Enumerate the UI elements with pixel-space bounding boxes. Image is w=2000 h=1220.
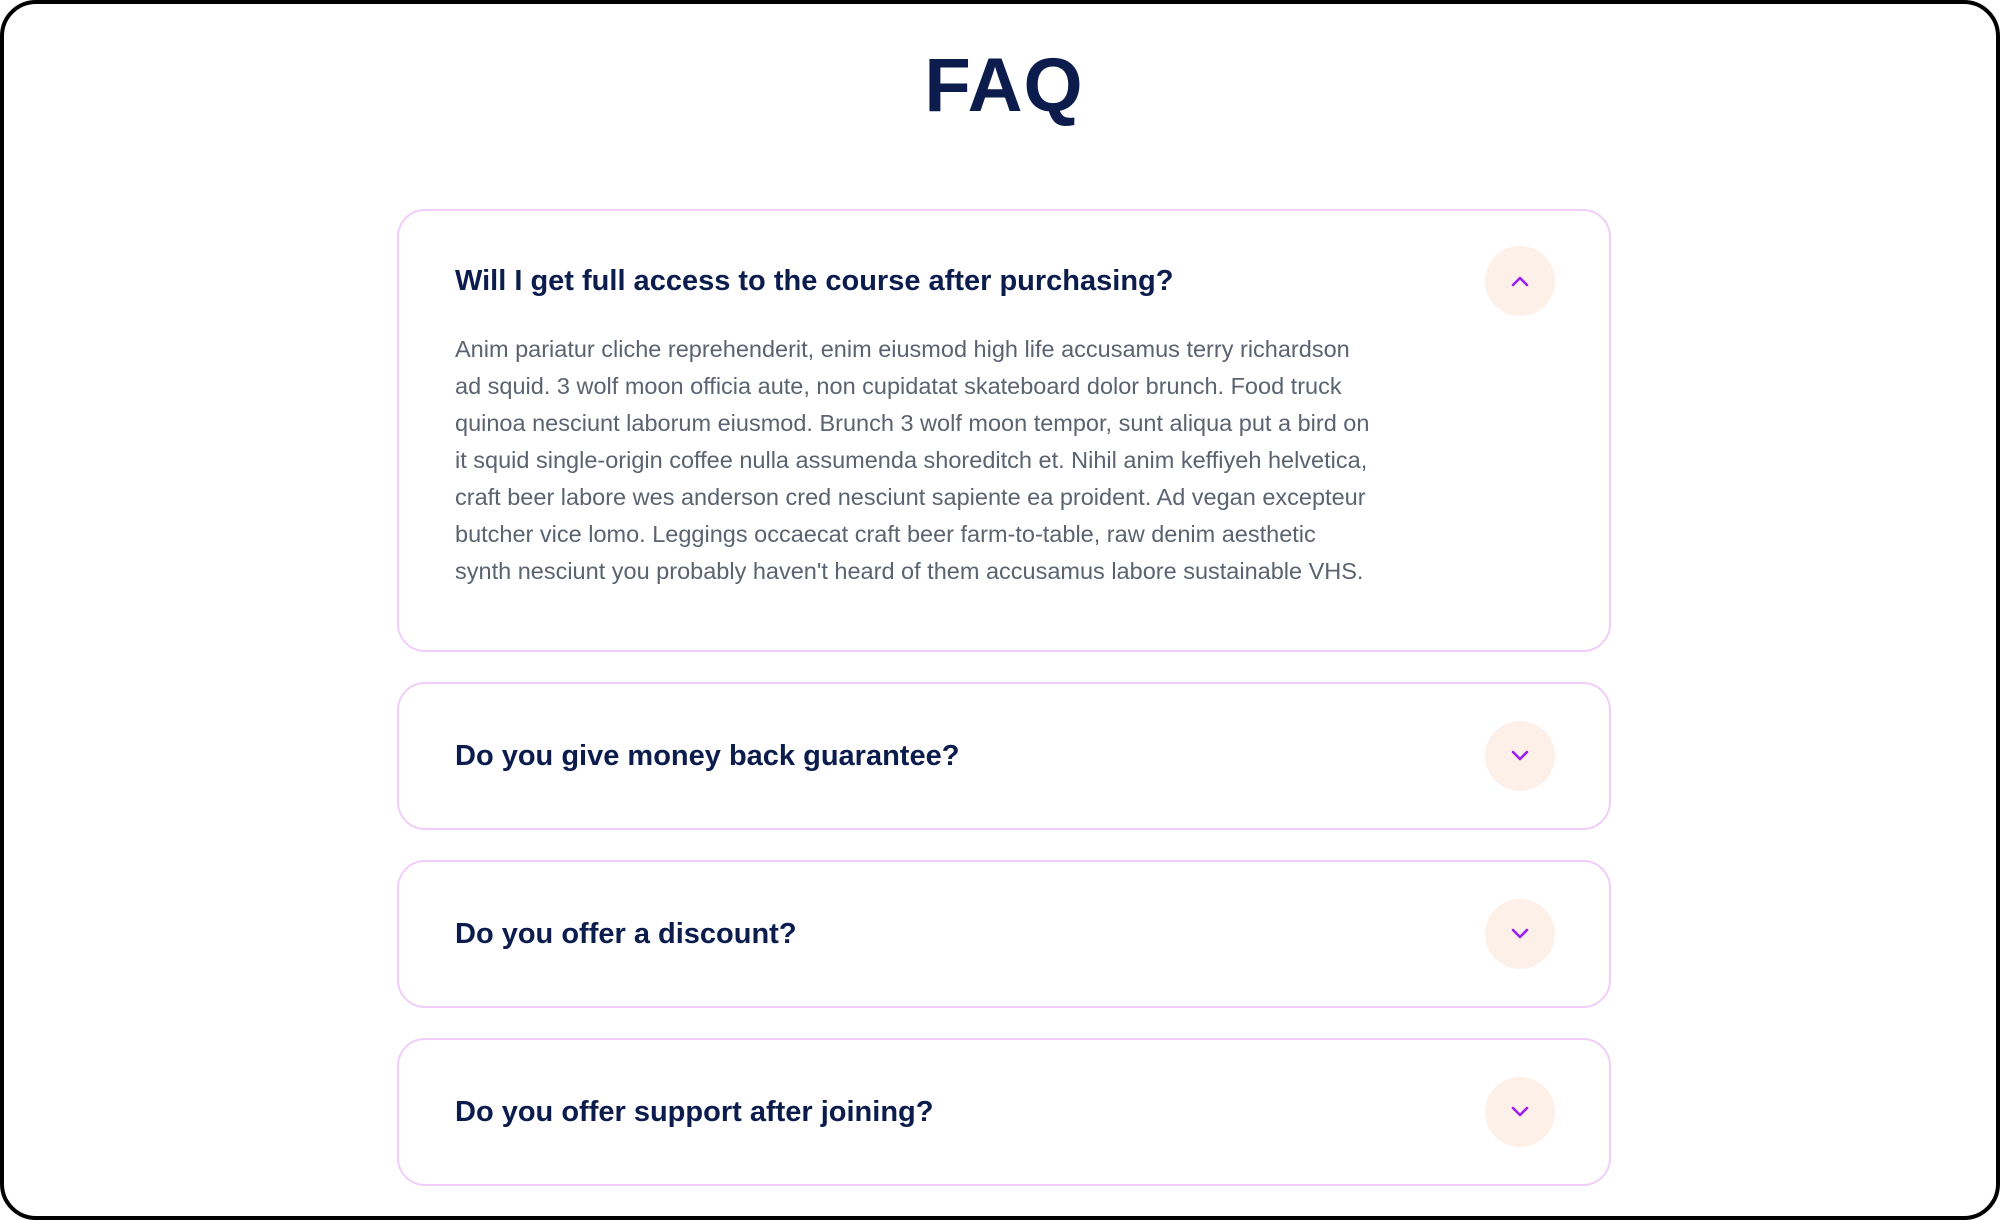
expand-button[interactable] xyxy=(1485,721,1555,791)
page-frame: FAQ Will I get full access to the course… xyxy=(0,0,2000,1220)
faq-question[interactable]: Do you offer support after joining? xyxy=(455,1094,933,1130)
faq-item-discount[interactable]: Do you offer a discount? xyxy=(397,860,1611,1008)
chevron-down-icon xyxy=(1511,750,1529,761)
faq-item-money-back[interactable]: Do you give money back guarantee? xyxy=(397,682,1611,830)
chevron-up-icon xyxy=(1511,276,1529,287)
faq-answer: Anim pariatur cliche reprehenderit, enim… xyxy=(455,336,1370,584)
faq-question[interactable]: Do you give money back guarantee? xyxy=(455,738,959,774)
faq-item-support[interactable]: Do you offer support after joining? xyxy=(397,1038,1611,1186)
faq-list: Will I get full access to the course aft… xyxy=(397,209,1611,1216)
collapse-button[interactable] xyxy=(1485,246,1555,316)
chevron-down-icon xyxy=(1511,1106,1529,1117)
page-title: FAQ xyxy=(924,43,1084,128)
faq-item-full-access: Will I get full access to the course aft… xyxy=(397,209,1611,652)
expand-button[interactable] xyxy=(1485,899,1555,969)
faq-question[interactable]: Will I get full access to the course aft… xyxy=(455,263,1173,299)
expand-button[interactable] xyxy=(1485,1077,1555,1147)
faq-question[interactable]: Do you offer a discount? xyxy=(455,916,797,952)
chevron-down-icon xyxy=(1511,928,1529,939)
